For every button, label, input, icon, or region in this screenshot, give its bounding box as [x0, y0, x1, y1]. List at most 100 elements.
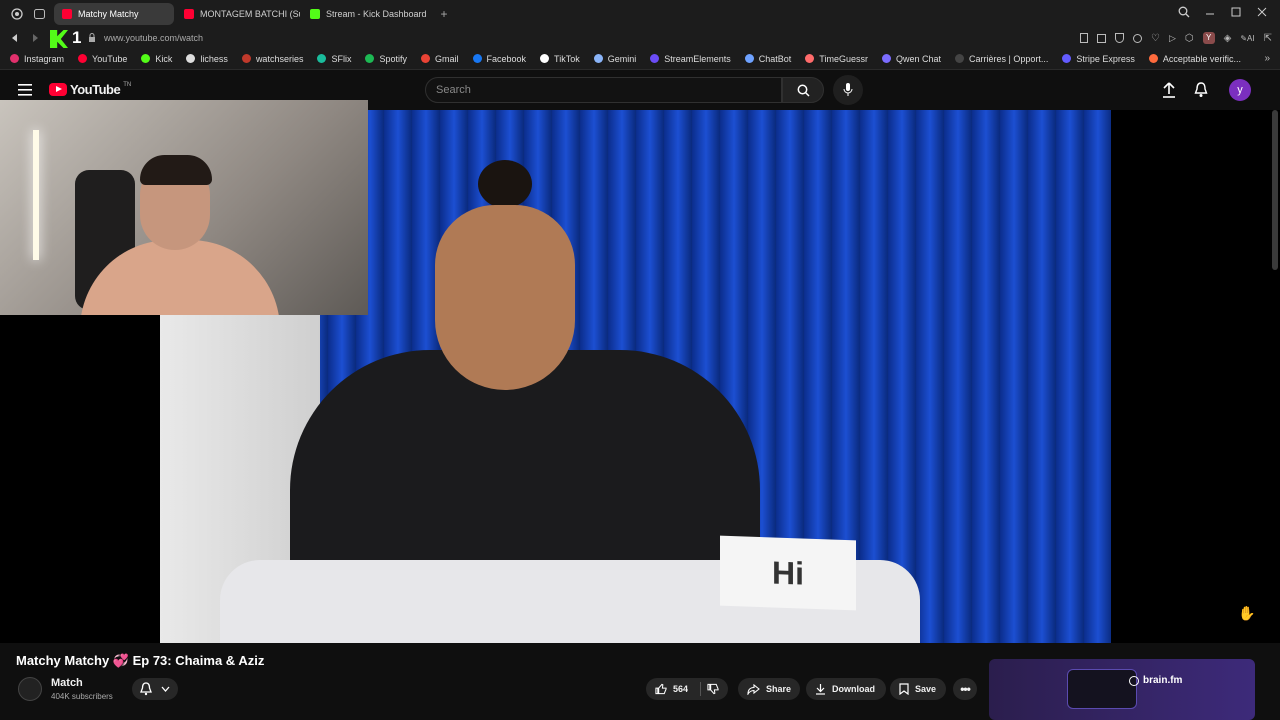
- bookmark-item[interactable]: Stripe Express: [1062, 54, 1135, 64]
- webcam-overlay: [0, 100, 368, 315]
- bell-icon: [140, 682, 152, 696]
- download-button[interactable]: Download: [806, 678, 886, 700]
- bookmark-item[interactable]: lichess: [186, 54, 228, 64]
- tab-label: MONTAGEM BATCHI (Sup: [200, 9, 300, 19]
- bookmarks-overflow-icon[interactable]: »: [1264, 53, 1270, 64]
- dislike-icon[interactable]: [707, 683, 719, 695]
- download-icon[interactable]: [1133, 33, 1143, 43]
- screenshot-icon[interactable]: [1097, 33, 1107, 43]
- notifications-bell-icon[interactable]: [1194, 82, 1208, 98]
- url-field[interactable]: www.youtube.com/watch: [104, 33, 203, 43]
- bookmark-favicon-icon: [881, 54, 891, 63]
- voice-search-button[interactable]: [833, 75, 863, 105]
- bookmark-item[interactable]: Gmail: [420, 54, 459, 64]
- sponsored-ad-banner[interactable]: brain.fm: [989, 659, 1255, 720]
- bookmark-label: TikTok: [554, 53, 580, 64]
- new-tab-button[interactable]: +: [434, 7, 454, 21]
- bookmark-item[interactable]: Carrières | Opport...: [955, 54, 1048, 64]
- sidebar-icon[interactable]: ⇱: [1264, 33, 1272, 44]
- upload-icon[interactable]: [1162, 82, 1176, 98]
- bookmark-item[interactable]: watchseries: [241, 53, 304, 64]
- bookmark-item[interactable]: TikTok: [540, 54, 580, 64]
- bookmark-favicon-icon: [593, 54, 603, 63]
- download-arrow-icon: [816, 684, 825, 695]
- search-input[interactable]: Search: [425, 77, 782, 103]
- bookmark-item[interactable]: Acceptable verific...: [1148, 53, 1241, 64]
- bookmark-item[interactable]: Gemini: [593, 54, 636, 64]
- more-dots-icon: •••: [960, 682, 971, 696]
- like-divider: [700, 682, 701, 696]
- bookmark-label: SFlix: [331, 53, 352, 64]
- bookmark-item[interactable]: Spotify: [365, 54, 407, 64]
- youtube-logo-text: YouTube: [70, 82, 121, 97]
- back-icon[interactable]: [10, 33, 20, 43]
- extension-icon[interactable]: ◈: [1224, 33, 1232, 44]
- tab-label: Stream - Kick Dashboard: [326, 9, 427, 19]
- save-button[interactable]: Save: [890, 678, 946, 700]
- bookmark-favicon-icon: [10, 54, 19, 63]
- heart-icon[interactable]: ♡: [1151, 33, 1160, 44]
- bookmark-item[interactable]: StreamElements: [650, 54, 731, 64]
- bookmark-favicon-icon: [1148, 54, 1158, 63]
- cube-icon[interactable]: ⬡: [1185, 33, 1194, 44]
- search-tabs-icon[interactable]: [1178, 6, 1190, 18]
- subscriber-count: 404K subscribers: [51, 692, 113, 701]
- channel-avatar[interactable]: [18, 677, 42, 701]
- bookmark-item[interactable]: TimeGuessr: [805, 54, 868, 64]
- bookmark-label: Kick: [155, 53, 173, 64]
- close-window-icon[interactable]: [1256, 6, 1268, 18]
- page-scrollbar[interactable]: [1272, 110, 1278, 270]
- minimize-icon[interactable]: [1204, 6, 1216, 18]
- bookmark-label: Acceptable verific...: [1162, 53, 1241, 64]
- share-button[interactable]: Share: [738, 678, 800, 700]
- bookmark-label: ChatBot: [758, 53, 792, 64]
- maximize-icon[interactable]: [1230, 6, 1242, 18]
- bookmark-item[interactable]: Kick: [141, 54, 172, 64]
- brain-icon: [1129, 675, 1139, 686]
- address-bar-row: 1 www.youtube.com/watch ♡ ▷ ⬡ Y ◈ ✎AI ⇱: [0, 28, 1280, 48]
- youtube-logo[interactable]: YouTube TN: [49, 82, 131, 97]
- bookmark-label: Carrières | Opport...: [969, 53, 1049, 64]
- bookmark-item[interactable]: ChatBot: [744, 53, 792, 64]
- search-icon: [797, 84, 810, 97]
- ad-brand-logo: brain.fm: [1129, 675, 1182, 686]
- account-avatar[interactable]: y: [1229, 79, 1251, 101]
- browser-menu-icon[interactable]: [0, 3, 34, 25]
- bookmark-item[interactable]: YouTube: [78, 54, 127, 64]
- more-actions-button[interactable]: •••: [953, 678, 977, 700]
- bookmark-label: lichess: [200, 53, 228, 64]
- play-icon[interactable]: ▷: [1169, 33, 1176, 44]
- like-count[interactable]: 564: [673, 684, 688, 694]
- shield-icon[interactable]: [1115, 33, 1125, 43]
- bookmark-favicon-icon: [78, 54, 88, 63]
- bookmarks-bar: Instagram YouTube Kick lichess watchseries SF…: [0, 48, 1280, 70]
- like-icon[interactable]: [655, 683, 667, 695]
- bookmark-item[interactable]: Facebook: [472, 53, 527, 64]
- bookmark-label: Facebook: [486, 53, 527, 64]
- browser-tab[interactable]: Stream - Kick Dashboard: [302, 3, 432, 25]
- bookmark-item[interactable]: Instagram: [10, 54, 64, 64]
- bookmark-item[interactable]: Qwen Chat: [881, 54, 941, 64]
- bookmark-label: watchseries: [255, 53, 304, 64]
- youtube-play-logo-icon: [49, 83, 67, 96]
- browser-tab[interactable]: Matchy Matchy: [54, 3, 174, 25]
- ai-icon[interactable]: ✎AI: [1240, 34, 1254, 43]
- subscription-bell-button[interactable]: [132, 678, 178, 700]
- bookmark-favicon-icon: [141, 54, 151, 63]
- browser-tab-bar: Matchy Matchy MONTAGEM BATCHI (Sup Stream …: [0, 0, 1280, 28]
- browser-tab[interactable]: MONTAGEM BATCHI (Sup: [176, 3, 300, 25]
- profile-badge-icon[interactable]: Y: [1202, 32, 1215, 44]
- video-title: Matchy Matchy 💞 Ep 73: Chaima & Aziz: [16, 653, 265, 668]
- workspaces-icon[interactable]: [34, 3, 52, 25]
- bookmark-favicon-icon: [650, 54, 660, 63]
- forward-icon[interactable]: [30, 33, 40, 43]
- hamburger-menu-icon[interactable]: [18, 84, 32, 96]
- bookmark-icon[interactable]: [1080, 33, 1089, 43]
- search-button[interactable]: [782, 77, 824, 103]
- stream-overlay-logo: 1: [50, 28, 88, 48]
- channel-name[interactable]: Match: [51, 677, 83, 689]
- chevron-down-icon: [161, 686, 170, 692]
- bookmark-item[interactable]: SFlix: [317, 54, 351, 64]
- video-person-face: [435, 205, 575, 390]
- bookmark-favicon-icon: [420, 54, 430, 63]
